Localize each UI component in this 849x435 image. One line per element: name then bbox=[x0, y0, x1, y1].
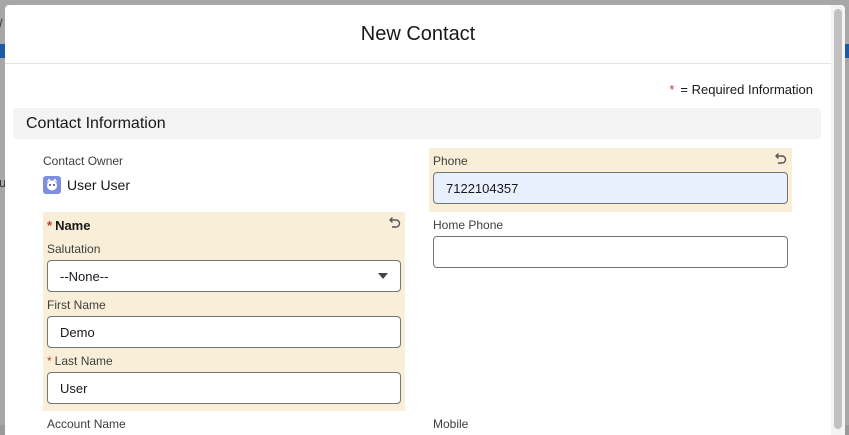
user-avatar-icon bbox=[43, 176, 61, 194]
contact-owner-name[interactable]: User User bbox=[67, 177, 130, 193]
phone-value: 7122104357 bbox=[446, 180, 519, 196]
backdrop-text-top: / bbox=[0, 16, 3, 31]
modal-header: New Contact bbox=[5, 5, 831, 64]
required-note-text: = Required Information bbox=[680, 82, 813, 97]
first-name-input[interactable]: Demo bbox=[47, 316, 401, 348]
first-name-value: Demo bbox=[60, 324, 95, 340]
new-contact-modal: New Contact * = Required Information Cont… bbox=[5, 5, 845, 435]
last-name-required-star: * bbox=[47, 354, 52, 368]
name-label-text: Name bbox=[55, 218, 91, 233]
contact-owner-label: Contact Owner bbox=[43, 154, 124, 168]
modal-scrollbar[interactable] bbox=[831, 5, 845, 435]
salutation-value: --None-- bbox=[60, 268, 109, 284]
section-header-contact-information[interactable]: Contact Information bbox=[13, 108, 821, 139]
section-title: Contact Information bbox=[26, 114, 166, 132]
account-name-label: Account Name bbox=[47, 417, 126, 431]
name-required-star: * bbox=[47, 218, 53, 233]
last-name-value: User bbox=[60, 380, 88, 396]
home-phone-input[interactable] bbox=[433, 236, 788, 268]
chevron-down-icon bbox=[378, 273, 388, 279]
undo-icon-name[interactable] bbox=[387, 215, 401, 229]
first-name-label: First Name bbox=[47, 298, 106, 312]
modal-title: New Contact bbox=[360, 22, 476, 45]
scrollbar-thumb[interactable] bbox=[834, 9, 842, 429]
phone-label: Phone bbox=[433, 154, 468, 168]
required-information-note: * = Required Information bbox=[669, 82, 813, 97]
required-star: * bbox=[669, 82, 675, 97]
last-name-input[interactable]: User bbox=[47, 372, 401, 404]
last-name-label-text: Last Name bbox=[54, 354, 113, 368]
home-phone-label: Home Phone bbox=[433, 218, 504, 232]
undo-icon-phone[interactable] bbox=[773, 151, 787, 165]
name-label: * Name bbox=[47, 218, 90, 233]
mobile-label: Mobile bbox=[433, 417, 469, 431]
salutation-select[interactable]: --None-- bbox=[47, 260, 401, 292]
salutation-label: Salutation bbox=[47, 242, 101, 256]
phone-input[interactable]: 7122104357 bbox=[433, 172, 788, 204]
last-name-label: * Last Name bbox=[47, 354, 113, 368]
contact-owner-value: User User bbox=[43, 176, 130, 194]
